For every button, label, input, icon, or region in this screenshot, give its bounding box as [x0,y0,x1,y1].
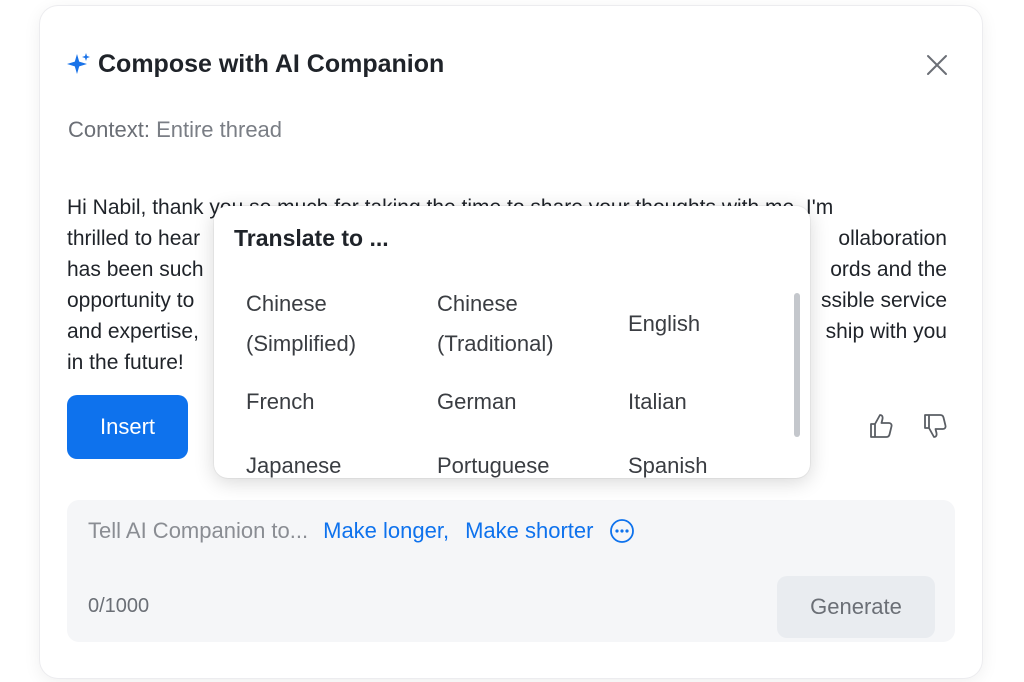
prompt-row: Tell AI Companion to... Make longer, Mak… [88,518,635,544]
thumbs-up-icon[interactable] [866,411,896,441]
draft-line: ssible service [820,289,947,312]
thumbs-down-icon[interactable] [920,411,950,441]
draft-line: has been such [67,258,204,281]
language-option-english[interactable]: English [628,304,778,344]
dialog-header: Compose with AI Companion [66,50,444,79]
suggestion-make-shorter[interactable]: Make shorter [465,518,593,544]
draft-line: and expertise, [67,320,199,343]
more-options-icon[interactable] [609,518,635,544]
draft-line: thrilled to hear [67,227,201,250]
sparkle-icon [66,52,92,78]
language-option-french[interactable]: French [246,382,396,422]
context-value: Entire thread [156,117,283,142]
language-option-chinese-simplified[interactable]: Chinese (Simplified) [246,284,396,364]
dialog-title: Compose with AI Companion [98,50,445,78]
draft-line: ollaboration [838,227,947,250]
draft-line: ords and the [830,258,947,281]
popover-scrollbar[interactable] [794,293,800,437]
prompt-input-placeholder[interactable]: Tell AI Companion to... [88,518,308,544]
character-counter: 0/1000 [88,595,150,617]
popover-title: Translate to ... [234,225,389,251]
language-option-italian[interactable]: Italian [628,382,778,422]
language-option-chinese-traditional[interactable]: Chinese (Traditional) [437,284,587,364]
language-option-german[interactable]: German [437,382,587,422]
generate-button[interactable]: Generate [777,576,935,638]
suggestion-make-longer[interactable]: Make longer, [323,518,449,544]
language-option-spanish[interactable]: Spanish [628,446,778,478]
insert-button[interactable]: Insert [67,395,188,459]
translate-popover: Translate to ... Chinese (Simplified) Ch… [214,206,810,478]
close-icon[interactable] [922,50,952,80]
language-option-japanese[interactable]: Japanese [246,446,396,478]
context-label: Context: [68,117,150,142]
language-option-portuguese[interactable]: Portuguese [437,446,587,478]
draft-line: ship with you [825,320,947,343]
context-line: Context: Entire thread [68,117,282,143]
draft-line: opportunity to [67,289,195,312]
prompt-box[interactable]: Tell AI Companion to... Make longer, Mak… [67,500,955,642]
